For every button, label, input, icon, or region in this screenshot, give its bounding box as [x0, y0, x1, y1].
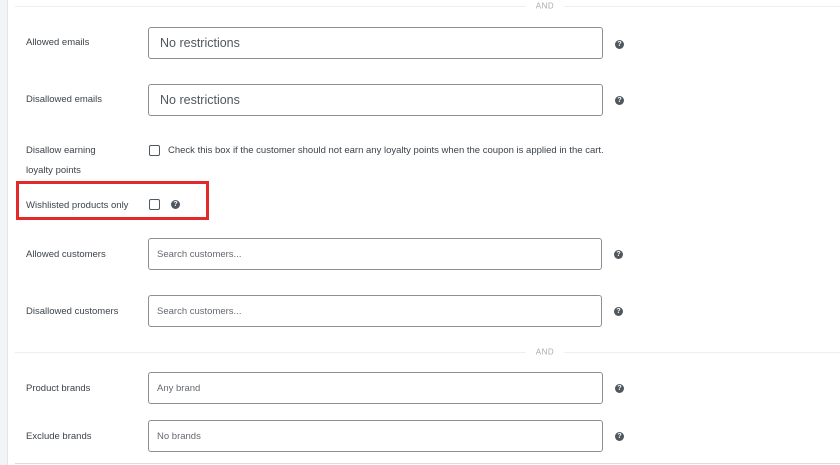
- left-gutter: [0, 0, 8, 465]
- exclude-brands-help-icon[interactable]: ?: [615, 432, 624, 441]
- exclude-brands-input[interactable]: No brands: [148, 420, 603, 452]
- allowed-customers-input[interactable]: Search customers...: [148, 238, 602, 270]
- exclude-brands-label: Exclude brands: [26, 431, 92, 442]
- allowed-emails-input[interactable]: No restrictions: [148, 27, 603, 59]
- allowed-customers-placeholder: Search customers...: [157, 248, 242, 260]
- disallow-loyalty-label-line1: Disallow earning: [26, 145, 96, 156]
- disallow-loyalty-checkbox[interactable]: [149, 145, 160, 156]
- and-divider-middle-label: AND: [525, 347, 565, 357]
- allowed-emails-value: No restrictions: [160, 36, 240, 50]
- wishlisted-only-checkbox[interactable]: [149, 199, 160, 210]
- panel-bottom-border: [15, 463, 840, 464]
- disallowed-emails-label: Disallowed emails: [26, 94, 103, 105]
- allowed-emails-help-icon[interactable]: ?: [615, 40, 624, 49]
- disallow-loyalty-label-line2: loyalty points: [26, 165, 81, 176]
- allowed-customers-label: Allowed customers: [26, 249, 106, 260]
- product-brands-placeholder: Any brand: [157, 382, 201, 394]
- and-divider-middle: [15, 352, 840, 353]
- product-brands-input[interactable]: Any brand: [148, 372, 603, 404]
- disallowed-customers-label: Disallowed customers: [26, 306, 119, 317]
- disallowed-customers-help-icon[interactable]: ?: [614, 307, 623, 316]
- wishlisted-only-help-icon[interactable]: ?: [171, 200, 180, 209]
- product-brands-label: Product brands: [26, 383, 91, 394]
- allowed-customers-help-icon[interactable]: ?: [614, 250, 623, 259]
- disallowed-emails-input[interactable]: No restrictions: [148, 84, 603, 116]
- disallowed-emails-value: No restrictions: [160, 93, 240, 107]
- disallow-loyalty-description: Check this box if the customer should no…: [168, 145, 604, 156]
- and-divider-top: [15, 6, 840, 7]
- disallowed-customers-placeholder: Search customers...: [157, 305, 242, 317]
- wishlisted-only-label: Wishlisted products only: [26, 200, 129, 211]
- disallowed-emails-help-icon[interactable]: ?: [615, 96, 624, 105]
- disallowed-customers-input[interactable]: Search customers...: [148, 295, 602, 327]
- exclude-brands-placeholder: No brands: [157, 430, 201, 442]
- allowed-emails-label: Allowed emails: [26, 37, 90, 48]
- product-brands-help-icon[interactable]: ?: [615, 384, 624, 393]
- and-divider-top-label: AND: [525, 1, 565, 11]
